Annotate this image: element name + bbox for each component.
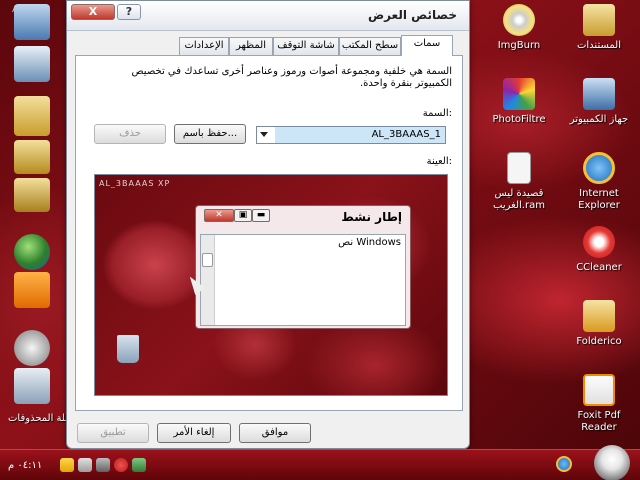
media-player-dock-icon[interactable] [14,272,50,308]
preview-window-text: نص Windows [338,237,401,248]
tab-settings[interactable]: الإعدادات [179,37,229,55]
chevron-down-icon[interactable] [260,132,268,137]
images-folder-dock-icon[interactable] [14,140,50,174]
folderico-icon [583,300,615,332]
display-properties-dialog: X ? خصائص العرض الإعدادات المظهر شاشة ال… [66,0,470,449]
preview-close-icon: ✕ [204,209,234,222]
themes-panel: السمة هي خلفية ومجموعة أصوات ورموز وعناص… [75,55,463,411]
title-bar[interactable]: X ? خصائص العرض [67,1,469,31]
ccleaner-icon [583,226,615,258]
music-folder-dock-icon[interactable] [14,178,50,212]
disc-icon [503,4,535,36]
preview-window-title: إطار نشط [341,210,402,224]
sample-label: العينة: [426,156,452,167]
preview-maximize-icon: ▣ [234,209,252,222]
save-as-button[interactable]: حفظ باسم... [174,124,246,144]
preview-active-window: ✕ ▣ ▬ إطار نشط نص Windows [195,205,411,329]
ie-icon [583,152,615,184]
pictures-dock-icon[interactable] [14,46,50,82]
tab-desktop[interactable]: سطح المكتب [339,37,401,55]
tray-stop-icon[interactable] [114,458,128,472]
desktop-icon-ram-file[interactable]: قصيدة ليس الغريب.ram [480,152,558,212]
preview-scroll-thumb [202,253,213,267]
tab-screensaver[interactable]: شاشة التوقف [273,37,339,55]
preview-recycle-bin-icon [117,335,139,363]
tab-themes[interactable]: سمات [401,35,453,56]
start-button[interactable] [594,445,630,480]
cancel-button[interactable]: إلغاء الأمر [157,423,231,443]
foxit-icon [583,374,615,406]
taskbar-clock[interactable]: ٠٤:١١ م [8,460,42,471]
help-button[interactable]: ? [117,4,141,20]
file-icon [507,152,531,184]
delete-button[interactable]: حذف [94,124,166,144]
tray-app-icon[interactable] [96,458,110,472]
folder-dock-icon[interactable] [14,96,50,136]
desktop-icon-ccleaner[interactable]: CCleaner [560,226,638,274]
theme-label: السمة: [422,108,452,119]
tray-shield-icon[interactable] [132,458,146,472]
system-tray [60,458,146,472]
desktop-icon-imgburn[interactable]: ImgBurn [480,4,558,52]
recycle-bin-dock-icon[interactable] [14,368,50,404]
theme-preview: AL_3BAAAS XP ✕ ▣ ▬ إطار نشط نص Windows [94,174,448,396]
window-title: خصائص العرض [367,8,457,22]
desktop-icon-documents[interactable]: المستندات [560,4,638,52]
desktop-icon-photofiltre[interactable]: PhotoFiltre [480,78,558,126]
preview-theme-title: AL_3BAAAS XP [99,179,171,188]
close-button[interactable]: X [71,4,115,20]
taskbar-ie-icon[interactable] [556,456,572,472]
globe-dock-icon[interactable] [14,234,50,270]
computer-icon [583,78,615,110]
tab-appearance[interactable]: المظهر [229,37,273,55]
tray-pen-icon[interactable] [60,458,74,472]
photofiltre-icon [503,78,535,110]
ok-button[interactable]: موافق [239,423,311,443]
tray-network-icon[interactable] [78,458,92,472]
theme-dropdown[interactable]: AL_3BAAAS_1 [256,126,446,144]
preview-minimize-icon: ▬ [252,209,270,222]
folder-icon [583,4,615,36]
desktop-icon-my-computer[interactable]: جهاز الكمبيوتر [560,78,638,126]
settings-dock-icon[interactable] [14,330,50,366]
preview-window-body: نص Windows [200,234,406,326]
desktop-icon-internet-explorer[interactable]: Internet Explorer [560,152,638,212]
theme-selected-value: AL_3BAAAS_1 [275,127,445,143]
apply-button[interactable]: تطبيق [77,423,149,443]
preview-window-buttons: ✕ ▣ ▬ [204,209,270,222]
themes-description: السمة هي خلفية ومجموعة أصوات ورموز وعناص… [131,66,452,89]
computer-dock-icon[interactable] [14,4,50,40]
tab-strip: الإعدادات المظهر شاشة التوقف سطح المكتب … [179,35,461,56]
desktop-icon-foxit[interactable]: Foxit Pdf Reader [560,374,638,434]
taskbar: ٠٤:١١ م [0,445,640,480]
preview-scrollbar [201,235,215,325]
desktop-icon-folderico[interactable]: Folderico [560,300,638,348]
left-dock: Al سلة المحذوفات [8,0,74,480]
